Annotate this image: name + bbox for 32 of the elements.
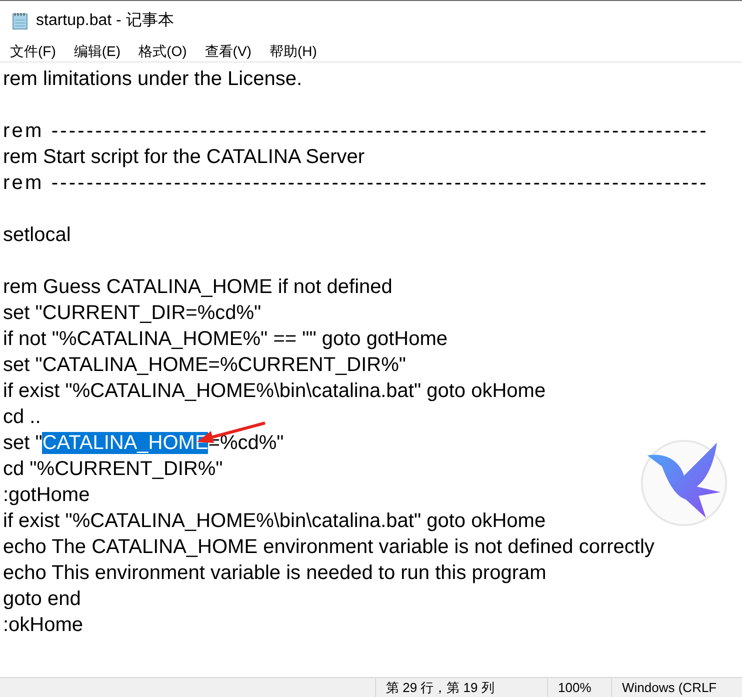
menu-item[interactable]: 文件(F) xyxy=(8,40,58,62)
zoom-level: 100% xyxy=(547,678,611,697)
menu-item[interactable]: 查看(V) xyxy=(202,40,254,62)
code-line: if exist "%CATALINA_HOME%\bin\catalina.bat" goto okHome xyxy=(3,510,546,532)
code-line: set "CURRENT_DIR=%cd%" xyxy=(3,302,262,324)
window-title: startup.bat - 记事本 xyxy=(36,10,174,31)
bird-icon xyxy=(640,439,728,527)
code-text: =%cd%" xyxy=(208,432,284,454)
code-line: echo The CATALINA_HOME environment variable is not defined correctly xyxy=(3,536,654,558)
menu-item[interactable]: 帮助(H) xyxy=(267,40,319,62)
code-line: rem --------------------------------------------------------------------------- xyxy=(3,172,708,194)
code-line: rem Start script for the CATALINA Server xyxy=(3,146,365,168)
code-line: setlocal xyxy=(3,224,71,246)
code-line: :gotHome xyxy=(3,484,90,506)
line-ending: Windows (CRLF xyxy=(611,678,742,697)
menu-item[interactable]: 编辑(E) xyxy=(72,40,123,62)
code-line: rem Guess CATALINA_HOME if not defined xyxy=(3,276,392,298)
code-line: rem --------------------------------------------------------------------------- xyxy=(3,120,708,142)
selected-text: CATALINA_HOME xyxy=(42,432,208,454)
code-line: if not "%CATALINA_HOME%" == "" goto gotHome xyxy=(3,328,448,350)
code-line: :okHome xyxy=(3,614,84,636)
code-line: if exist "%CATALINA_HOME%\bin\catalina.bat" goto okHome xyxy=(3,380,546,402)
code-line: cd .. xyxy=(3,406,41,428)
menu-item[interactable]: 格式(O) xyxy=(136,40,189,62)
cursor-position: 第 29 行，第 19 列 xyxy=(375,678,547,697)
code-line: goto end xyxy=(3,588,81,610)
code-line: cd "%CURRENT_DIR%" xyxy=(3,458,223,480)
code-line: rem limitations under the License. xyxy=(3,68,302,90)
code-text: set " xyxy=(3,432,42,454)
code-line: echo This environment variable is needed to run this program xyxy=(3,562,546,584)
notepad-icon xyxy=(12,12,28,30)
code-line: set "CATALINA_HOME=%CURRENT_DIR%" xyxy=(3,354,406,376)
